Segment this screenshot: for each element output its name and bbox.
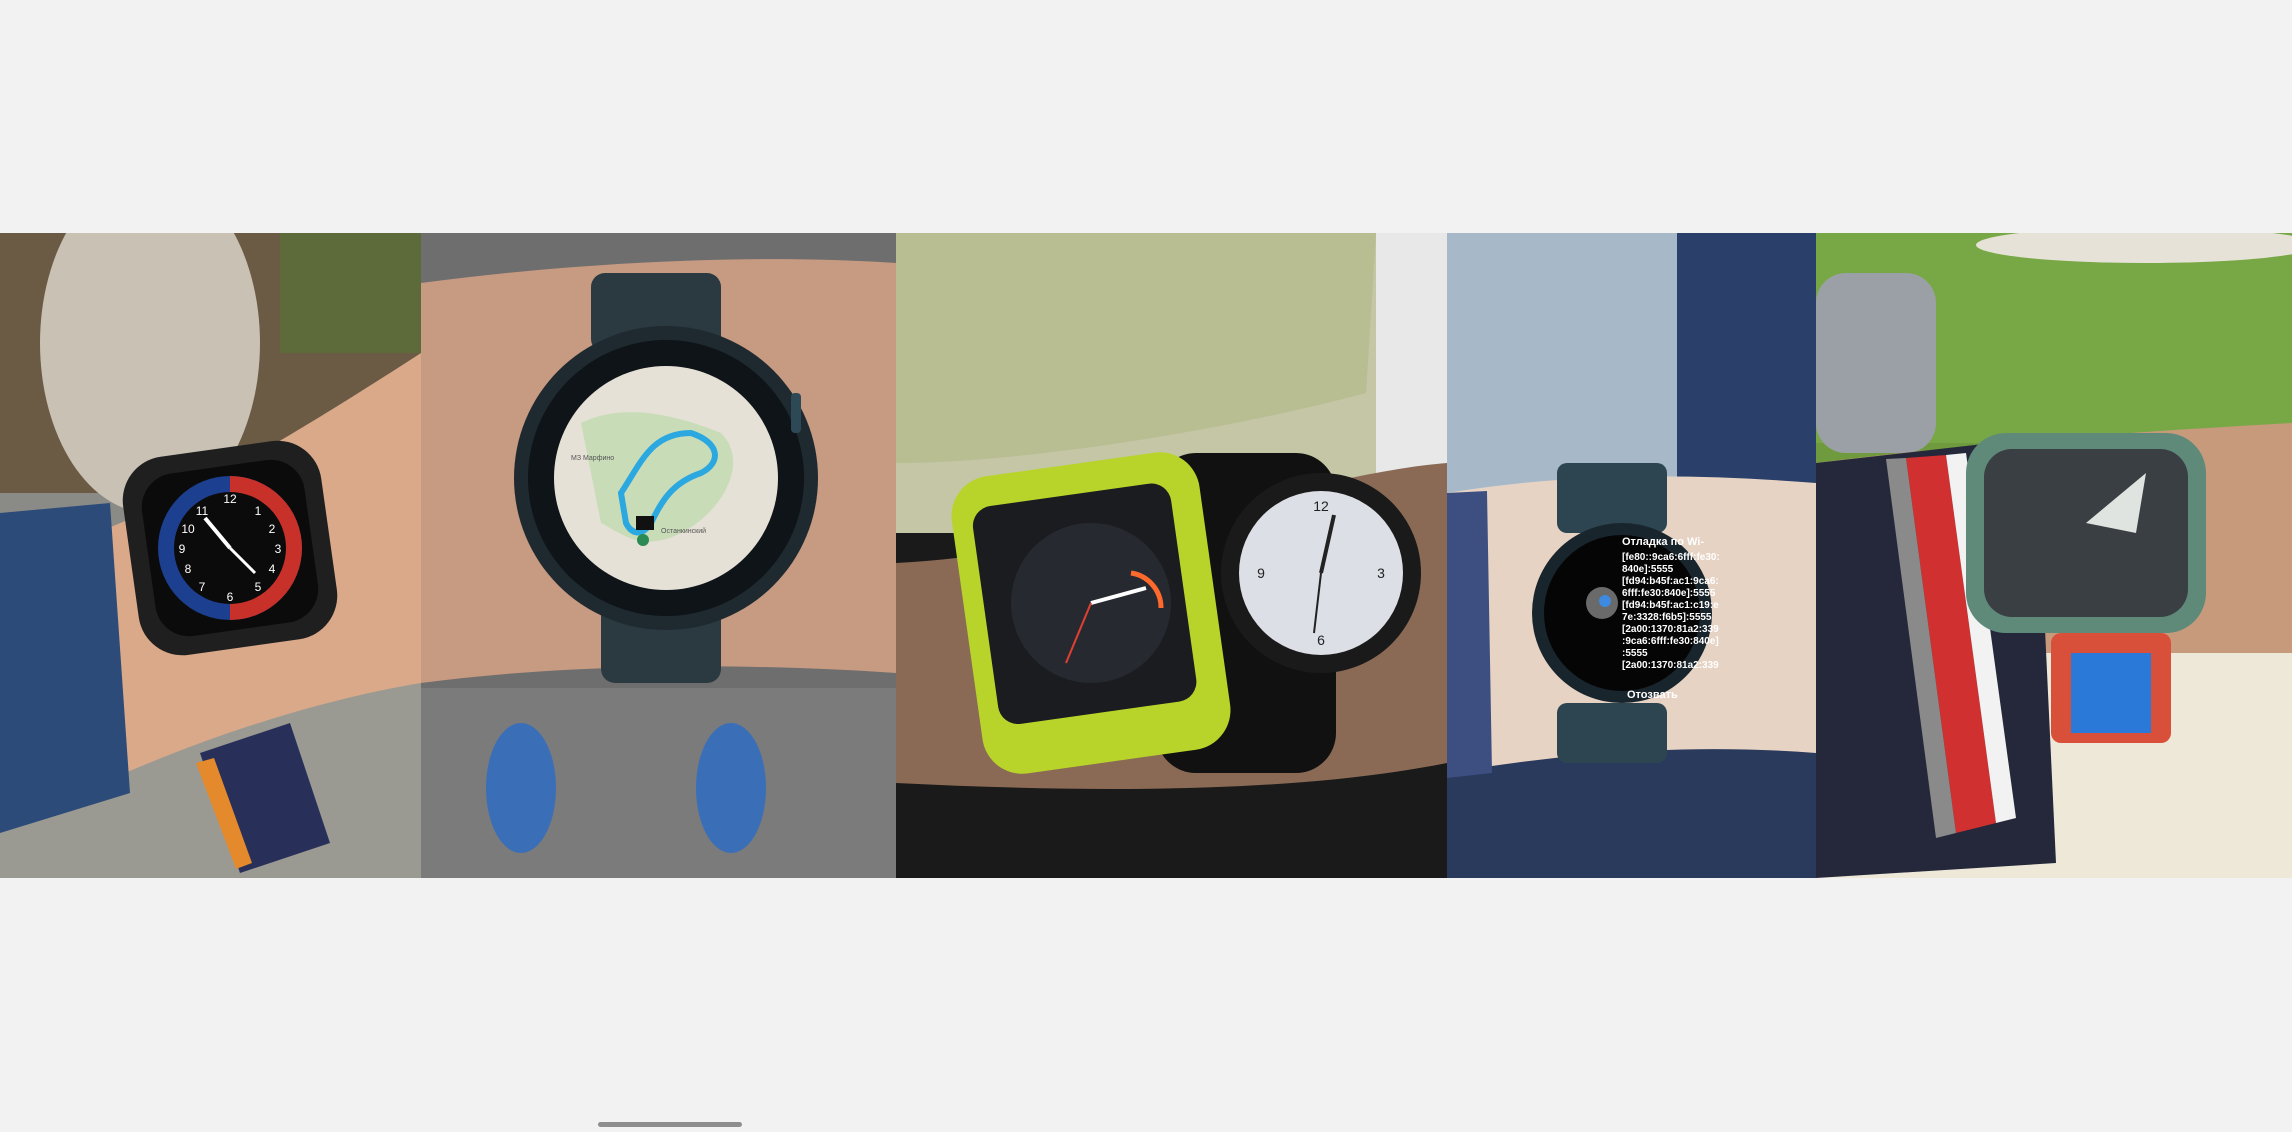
svg-text:[2a00:1370:81a2:339: [2a00:1370:81a2:339	[1622, 660, 1719, 671]
photo-apple-watch-braided-band[interactable]: 12 1 2 3 4 5 6 7 8 9 10 11	[0, 233, 421, 878]
svg-text:МЗ Марфино: МЗ Марфино	[571, 455, 614, 462]
svg-text::5555: :5555	[1622, 648, 1648, 659]
svg-text:8: 8	[185, 562, 192, 576]
svg-text:4: 4	[269, 562, 276, 576]
svg-text::9ca6:6fff:fe30:840e]: :9ca6:6fff:fe30:840e]	[1622, 636, 1719, 647]
svg-text:[fd94:b45f:ac1:c19:e: [fd94:b45f:ac1:c19:e	[1622, 600, 1719, 611]
svg-text:9: 9	[1257, 565, 1265, 581]
svg-text:11: 11	[196, 504, 209, 518]
svg-text:2: 2	[269, 522, 276, 536]
photo-round-watch-debug-screen[interactable]: Отладка по Wi- [fe80::9ca6:6fff:fe30: 84…	[1447, 233, 1816, 878]
photo-lime-square-and-round-watches[interactable]: 12 3 6 9	[896, 233, 1447, 878]
revoke-button[interactable]: Отозвать	[1627, 689, 1678, 701]
svg-text:6: 6	[227, 590, 234, 604]
photo-gallery-strip: 12 1 2 3 4 5 6 7 8 9 10 11 МЗ Марфино Ос…	[0, 233, 2292, 878]
svg-text:[fe80::9ca6:6fff:fe30:: [fe80::9ca6:6fff:fe30:	[1622, 552, 1720, 563]
svg-text:[2a00:1370:81a2:339: [2a00:1370:81a2:339	[1622, 624, 1719, 635]
svg-text:6: 6	[1317, 632, 1325, 648]
svg-text:10: 10	[181, 522, 195, 536]
svg-text:7e:3328:f6b5]:5555: 7e:3328:f6b5]:5555	[1622, 612, 1712, 623]
svg-text:1: 1	[255, 504, 262, 518]
photo-round-watch-map[interactable]: МЗ Марфино Останкинский	[421, 233, 896, 878]
svg-text:7: 7	[199, 580, 206, 594]
svg-text:12: 12	[223, 492, 237, 506]
svg-text:6fff:fe30:840e]:5555: 6fff:fe30:840e]:5555	[1622, 588, 1716, 599]
svg-text:Останкинский: Останкинский	[661, 527, 706, 535]
photo-apple-watch-green-case[interactable]	[1816, 233, 2292, 878]
svg-text:12: 12	[1313, 498, 1329, 514]
svg-text:5: 5	[255, 580, 262, 594]
svg-text:[fd94:b45f:ac1:9ca6:: [fd94:b45f:ac1:9ca6:	[1622, 576, 1719, 587]
debug-title: Отладка по Wi-	[1622, 536, 1704, 548]
home-indicator-bar[interactable]	[598, 1122, 742, 1127]
svg-text:3: 3	[275, 542, 282, 556]
svg-text:9: 9	[179, 542, 186, 556]
svg-text:840e]:5555: 840e]:5555	[1622, 564, 1674, 575]
svg-text:3: 3	[1377, 565, 1385, 581]
